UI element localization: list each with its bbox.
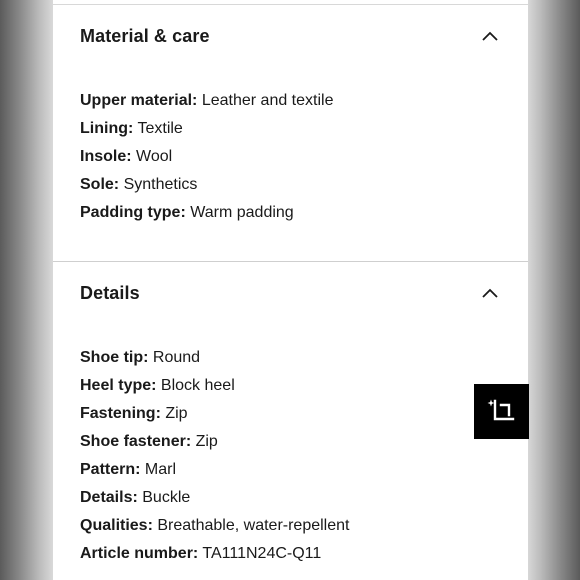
attribute-value: Block heel [160, 377, 235, 394]
attribute-value: Wool [136, 148, 173, 165]
attribute-label: Upper material: [80, 92, 198, 109]
attribute-value: Zip [165, 405, 188, 422]
attribute-value: Warm padding [190, 204, 294, 221]
list-item: Shoe fastener: Zip [80, 428, 508, 456]
attribute-label: Shoe fastener: [80, 433, 192, 450]
attribute-label: Article number: [80, 545, 199, 562]
crop-sparkle-icon [487, 399, 514, 420]
attribute-label: Padding type: [80, 204, 186, 221]
attribute-value: Textile [137, 120, 183, 137]
attribute-label: Sole: [80, 176, 120, 193]
attribute-label: Pattern: [80, 461, 141, 478]
list-item: Article number: TA111N24C-Q11 [80, 540, 508, 568]
image-crop-button[interactable] [474, 384, 529, 439]
chevron-up-icon[interactable] [479, 282, 501, 304]
chevron-up-icon[interactable] [479, 25, 501, 47]
material-care-title: Material & care [80, 25, 210, 46]
list-item: Sole: Synthetics [80, 171, 508, 199]
attribute-value: Leather and textile [201, 92, 334, 109]
list-item: Shoe tip: Round [80, 344, 508, 372]
product-info-panel: Material & care Upper material: Leather … [53, 0, 528, 580]
list-item: Heel type: Block heel [80, 372, 508, 400]
attribute-label: Details: [80, 489, 138, 506]
details-section: Details Shoe tip: Round Heel type: Block… [53, 262, 528, 580]
list-item: Qualities: Breathable, water-repellent [80, 512, 508, 540]
list-item: Insole: Wool [80, 143, 508, 171]
attribute-label: Fastening: [80, 405, 161, 422]
attribute-value: Marl [144, 461, 177, 478]
attribute-label: Shoe tip: [80, 349, 149, 366]
list-item: Lining: Textile [80, 115, 508, 143]
details-title: Details [80, 282, 140, 303]
attribute-value: Buckle [142, 489, 191, 506]
list-item: Padding type: Warm padding [80, 199, 508, 227]
attribute-value: Round [152, 349, 201, 366]
list-item: Details: Buckle [80, 484, 508, 512]
attribute-value: TA111N24C-Q11 [202, 545, 322, 562]
attribute-value: Synthetics [123, 176, 198, 193]
list-item: Upper material: Leather and textile [80, 87, 508, 115]
attribute-label: Lining: [80, 120, 134, 137]
details-list: Shoe tip: Round Heel type: Block heel Fa… [80, 344, 508, 568]
material-care-header[interactable]: Material & care [80, 23, 501, 49]
list-item: Fastening: Zip [80, 400, 508, 428]
list-item: Pattern: Marl [80, 456, 508, 484]
attribute-value: Zip [195, 433, 218, 450]
attribute-value: Breathable, water-repellent [157, 517, 350, 534]
material-care-section: Material & care Upper material: Leather … [53, 5, 528, 261]
attribute-label: Heel type: [80, 377, 157, 394]
details-header[interactable]: Details [80, 280, 501, 306]
attribute-label: Insole: [80, 148, 132, 165]
material-care-list: Upper material: Leather and textile Lini… [80, 87, 508, 227]
attribute-label: Qualities: [80, 517, 153, 534]
